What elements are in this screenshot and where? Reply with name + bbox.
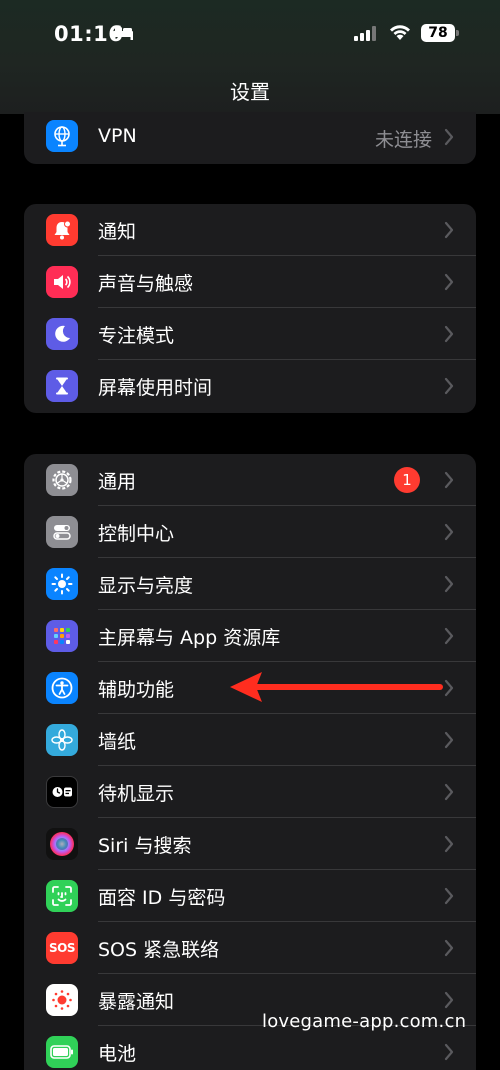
settings-row-sounds[interactable]: 声音与触感 [24,256,476,308]
accessibility-icon [46,672,78,704]
chevron-right-icon [444,627,454,645]
settings-row-label: 主屏幕与 App 资源库 [98,626,281,649]
gear-icon [46,464,78,496]
chevron-right-icon [444,377,454,395]
battery-level: 78 [421,24,455,42]
chevron-right-icon [444,128,454,146]
settings-row-vpn[interactable]: VPN 未连接 [24,112,476,164]
chevron-right-icon [444,887,454,905]
siri-icon [46,828,78,860]
chevron-right-icon [444,991,454,1009]
sun-icon [46,568,78,600]
settings-row-label: 辅助功能 [98,678,175,701]
globe-icon [46,120,78,152]
settings-row-wallpaper[interactable]: 墙纸 [24,714,476,766]
battery-nub [456,30,459,36]
settings-row-label: 面容 ID 与密码 [98,886,226,909]
settings-group-notifications: 通知 声音与触感 专注模式 屏幕使用时间 [24,204,476,413]
wifi-icon [390,25,410,40]
settings-row-general[interactable]: 通用 1 [24,454,476,506]
standby-icon [46,776,78,808]
settings-row-siri[interactable]: Siri 与搜索 [24,818,476,870]
chevron-right-icon [444,471,454,489]
app-grid-icon [46,620,78,652]
settings-row-face-id[interactable]: 面容 ID 与密码 [24,870,476,922]
flower-icon [46,724,78,756]
settings-row-label: 暴露通知 [98,990,175,1013]
chevron-right-icon [444,273,454,291]
page-title: 设置 [230,80,270,104]
watermark-text: lovegame-app.com.cn [262,1011,467,1032]
chevron-right-icon [444,939,454,957]
status-bar: 01:16 78 [0,0,500,68]
settings-row-focus[interactable]: 专注模式 [24,308,476,360]
moon-icon [46,318,78,350]
update-badge: 1 [394,467,420,493]
sos-icon: SOS [46,932,78,964]
settings-row-label: 待机显示 [98,782,175,805]
settings-row-display[interactable]: 显示与亮度 [24,558,476,610]
settings-row-screen-time[interactable]: 屏幕使用时间 [24,360,476,412]
chevron-right-icon [444,783,454,801]
sleep-focus-icon [113,27,133,40]
settings-row-home-screen[interactable]: 主屏幕与 App 资源库 [24,610,476,662]
settings-row-label: 声音与触感 [98,272,194,295]
settings-group-general: 通用 1 控制中心 显示与亮度 主屏幕与 App 资源库 辅助功能 墙纸 待机显… [24,454,476,1070]
settings-row-label: VPN [98,125,137,147]
chevron-right-icon [444,325,454,343]
annotation-arrow-icon [230,672,443,702]
chevron-right-icon [444,1043,454,1061]
chevron-right-icon [444,575,454,593]
settings-row-label: 显示与亮度 [98,574,194,597]
settings-row-label: 通知 [98,220,137,243]
hourglass-icon [46,370,78,402]
settings-row-label: SOS 紧急联络 [98,938,220,961]
bell-icon [46,214,78,246]
settings-row-label: 控制中心 [98,522,175,545]
settings-group-vpn: VPN 未连接 [24,112,476,164]
settings-row-label: 通用 [98,470,137,493]
speaker-icon [46,266,78,298]
settings-row-battery[interactable]: 电池 [24,1026,476,1070]
battery-icon [46,1036,78,1068]
settings-row-standby[interactable]: 待机显示 [24,766,476,818]
chevron-right-icon [444,523,454,541]
settings-row-label: 电池 [98,1042,137,1065]
cellular-signal-icon [354,26,376,41]
chevron-right-icon [444,731,454,749]
settings-row-label: 墙纸 [98,730,137,753]
vpn-status-value: 未连接 [374,129,432,151]
toggles-icon [46,516,78,548]
chevron-right-icon [444,221,454,239]
chevron-right-icon [444,835,454,853]
faceid-icon [46,880,78,912]
settings-row-label: 屏幕使用时间 [98,376,213,399]
chevron-right-icon [444,679,454,697]
settings-row-label: 专注模式 [98,324,175,347]
settings-row-control-center[interactable]: 控制中心 [24,506,476,558]
settings-row-emergency-sos[interactable]: SOS SOS 紧急联络 [24,922,476,974]
settings-row-notifications[interactable]: 通知 [24,204,476,256]
sos-icon-text: SOS [49,941,76,955]
settings-row-label: Siri 与搜索 [98,834,192,857]
exposure-icon [46,984,78,1016]
